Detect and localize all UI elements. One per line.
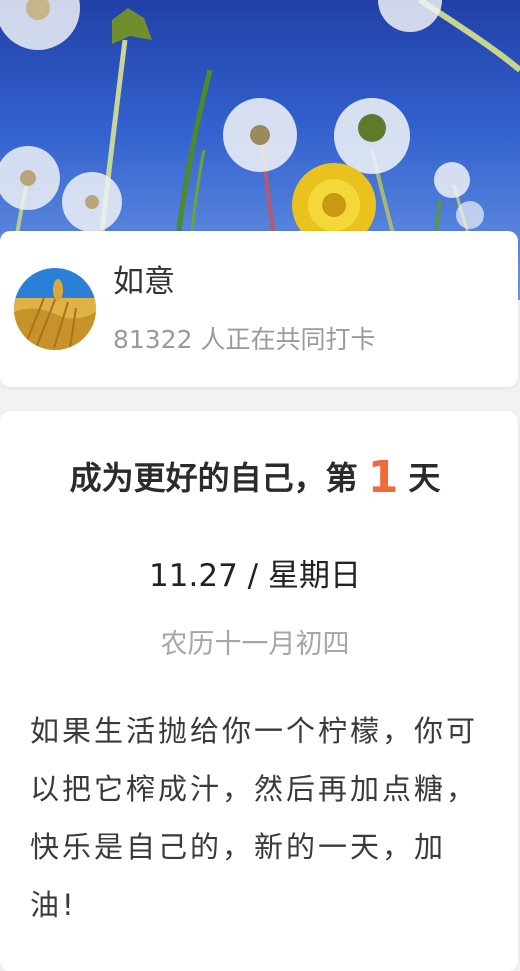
group-card[interactable]: 如意 81322 人正在共同打卡: [0, 231, 518, 387]
day-number: 1: [367, 452, 399, 503]
lunar-date: 农历十一月初四: [160, 629, 350, 660]
headline-prefix: 成为更好的自己，第: [69, 459, 358, 497]
headline-suffix: 天: [408, 459, 441, 497]
group-avatar: [14, 268, 96, 350]
checkin-headline: 成为更好的自己，第 1 天: [0, 452, 510, 504]
daily-quote: 如果生活抛给你一个柠檬，你可以把它榨成汁，然后再加点糖，快乐是自己的，新的一天，…: [30, 714, 479, 922]
checkin-date: 11.27 / 星期日: [149, 558, 361, 594]
group-name: 如意: [113, 264, 175, 300]
participant-count: 81322 人正在共同打卡: [113, 325, 376, 354]
